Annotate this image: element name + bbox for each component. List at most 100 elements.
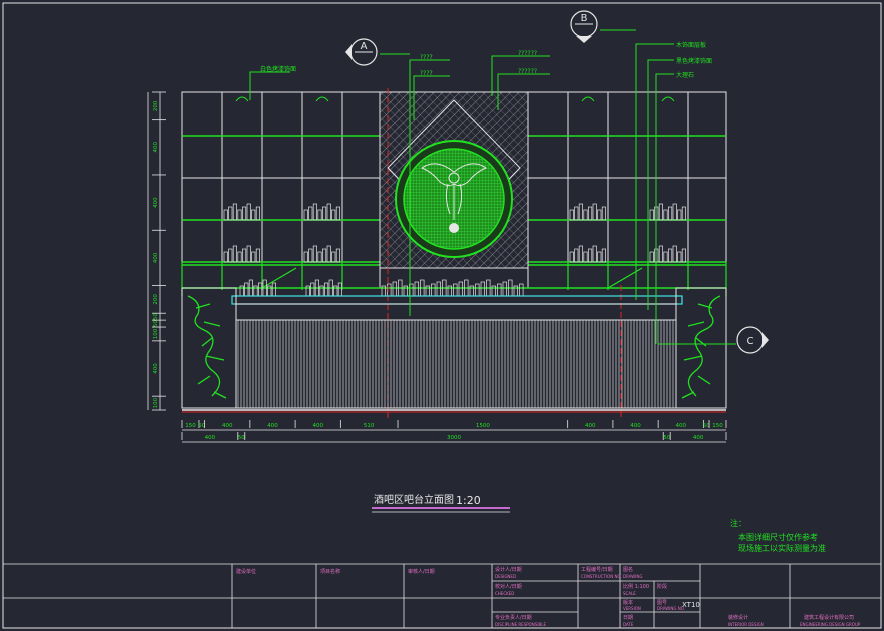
label-q1: ???? <box>420 54 433 61</box>
tb-company: 建筑工程设计有限公司 <box>804 614 854 621</box>
tb-drawing-name-en: DRAWING <box>623 574 642 579</box>
bottle <box>326 245 331 263</box>
bottle <box>337 282 342 297</box>
title-block <box>3 563 881 628</box>
label-r2: 黑色烤漆饰面 <box>676 57 712 65</box>
bottle <box>668 248 673 263</box>
bottle <box>578 245 583 263</box>
dimension-value: 50 <box>238 435 245 441</box>
label-left-tag: 白色烤漆饰面 <box>260 65 296 73</box>
dimension-value: 400 <box>205 435 216 441</box>
dimension-value: 400 <box>153 363 159 374</box>
tb-scale: 比例 1:100 <box>623 583 649 590</box>
bottle <box>312 245 317 263</box>
bottle <box>668 206 673 221</box>
bottle <box>326 203 331 221</box>
bottle <box>223 209 228 221</box>
tb-drawing-name: 图名 <box>623 566 633 573</box>
bottle <box>681 248 686 263</box>
section-marker-a: A <box>345 38 378 66</box>
bottle <box>583 251 588 263</box>
bottle <box>453 283 458 297</box>
tb-date: 日期 <box>623 615 633 621</box>
dimension-value: 200 <box>153 100 159 111</box>
dimension-value: 400 <box>153 197 159 208</box>
bottle <box>303 251 308 263</box>
tb-project-no-en: CONSTRUCTION NO. <box>581 574 622 579</box>
tb-approver: 专业负责人/日期 <box>495 614 532 621</box>
tb-firm-en: INTERIOR DESIGN <box>728 622 764 627</box>
tb-checker: 校对人/日期 <box>495 583 522 590</box>
tb-version-en: VERSION <box>623 606 641 611</box>
dimension-value: 150 <box>712 423 723 429</box>
bottle <box>597 251 602 263</box>
dimension-value: 400 <box>267 423 278 429</box>
bottle <box>303 209 308 221</box>
elevation-drawing: A B C 白色烤漆饰面 ???? ???? ?????? ?????? 木饰面… <box>2 2 882 629</box>
bottle <box>475 283 480 297</box>
dimension-value: 100 <box>153 397 159 408</box>
bottle <box>601 248 606 263</box>
bottle <box>588 206 593 221</box>
bottle <box>497 283 502 297</box>
drawing-scale: 1:20 <box>456 494 481 507</box>
tb-project: 项目名称 <box>320 568 340 575</box>
bottle <box>228 206 233 221</box>
bottle <box>436 281 441 297</box>
drawing-title: 酒吧区吧台立面图 <box>374 493 454 506</box>
bottle <box>237 251 242 263</box>
tb-stage: 阶段 <box>657 583 667 590</box>
bottle <box>392 281 397 297</box>
label-q4: ?????? <box>518 68 537 75</box>
tb-sheet-en: DRAWING NO. <box>657 606 685 611</box>
section-marker-b: B <box>570 10 598 43</box>
bottle <box>672 203 677 221</box>
bottle <box>322 248 327 263</box>
bottle <box>658 245 663 263</box>
counter-front-panel <box>235 319 677 409</box>
dimension-value: 400 <box>222 423 233 429</box>
bottle <box>649 251 654 263</box>
dimension-value: 50 <box>153 320 159 327</box>
material-labels: 白色烤漆饰面 ???? ???? ?????? ?????? 木饰面层板 黑色烤… <box>260 41 712 79</box>
bottle <box>569 209 574 221</box>
bottle <box>223 251 228 263</box>
notes-line-1: 本图详细尺寸仅作参考 <box>738 532 818 542</box>
dimension-value: 50 <box>663 435 670 441</box>
dimension-value: 150 <box>185 423 196 429</box>
bottle <box>601 206 606 221</box>
bottle <box>335 248 340 263</box>
label-q3: ?????? <box>518 50 537 57</box>
bottle <box>271 282 276 297</box>
dimension-row-2: 400 50 3000 50 400 <box>181 432 727 441</box>
bottle <box>308 248 313 263</box>
tb-approver-en: DISCIPLINE RESPONSIBLE <box>495 622 546 627</box>
dimension-column-left: 2004004004002005050100400100 <box>152 91 166 411</box>
feature-panel <box>379 91 529 269</box>
bottle <box>414 281 419 297</box>
label-r3: 大理石 <box>676 71 694 79</box>
section-marker-c: C <box>736 326 769 354</box>
bottle <box>574 206 579 221</box>
label-r1: 木饰面层板 <box>676 41 706 49</box>
bottle <box>677 251 682 263</box>
bottle <box>246 203 251 221</box>
section-c-label: C <box>747 336 754 347</box>
dimension-value: 3000 <box>447 435 461 441</box>
bottle <box>251 209 256 221</box>
bottle <box>569 251 574 263</box>
tb-client: 建设单位 <box>236 568 256 575</box>
tb-designer: 设计人/日期 <box>495 566 522 573</box>
dimension-value: 400 <box>693 435 704 441</box>
tb-date-en: DATE <box>623 622 634 627</box>
bottle <box>317 209 322 221</box>
label-q2: ???? <box>420 70 433 77</box>
dimension-value: 50 <box>153 313 159 320</box>
bottle <box>502 281 507 297</box>
bottle <box>237 209 242 221</box>
dimension-value: 200 <box>153 294 159 305</box>
bottle <box>588 248 593 263</box>
dimension-value: 400 <box>676 423 687 429</box>
bottle <box>592 203 597 221</box>
notes-line-2: 现场施工以实际测量为准 <box>738 543 826 553</box>
